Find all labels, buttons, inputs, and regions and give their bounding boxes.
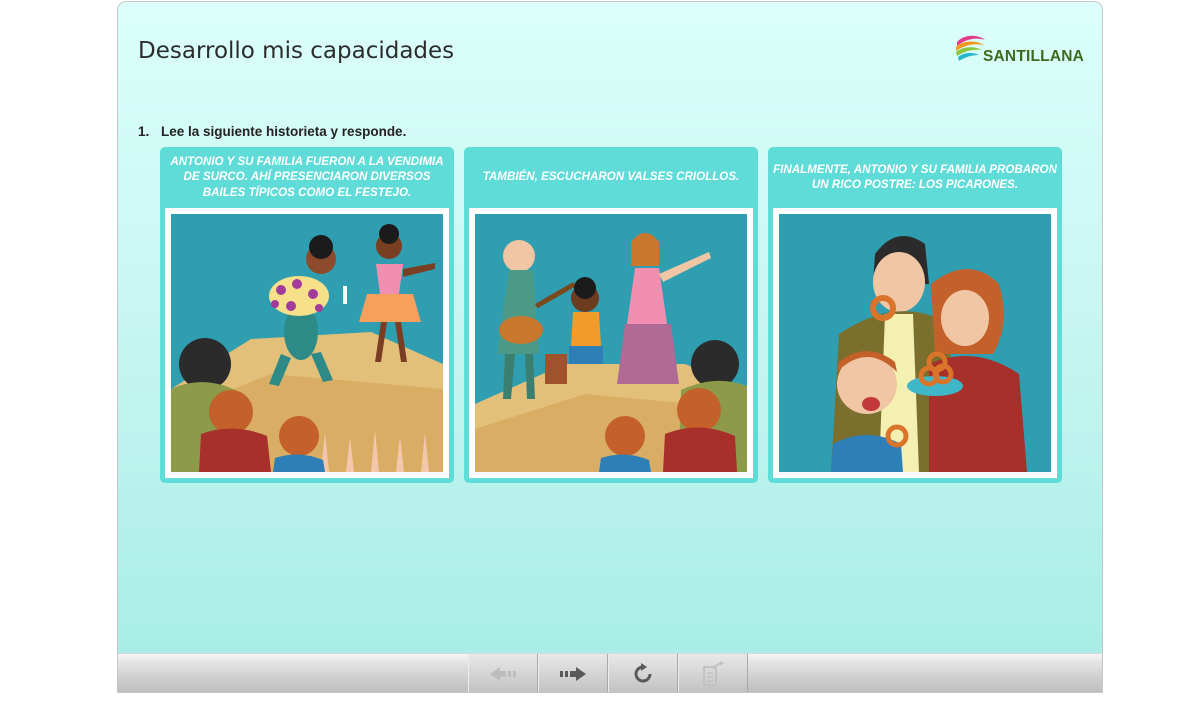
- family-eating-picarones-illustration: [779, 214, 1051, 472]
- panel-caption: TAMBIÉN, ESCUCHARON VALSES CRIOLLOS.: [482, 170, 740, 184]
- export-document-icon: [703, 661, 724, 686]
- arrow-left-icon: [490, 667, 516, 681]
- reload-icon: [634, 663, 652, 683]
- comic-panel-1: ANTONIO Y SU FAMILIA FUERON A LA VENDIMI…: [160, 147, 454, 483]
- panel-caption: FINALMENTE, ANTONIO Y SU FAMILIA PROBARO…: [773, 162, 1057, 192]
- comic-panel-2: TAMBIÉN, ESCUCHARON VALSES CRIOLLOS.: [464, 147, 758, 483]
- panel-caption: ANTONIO Y SU FAMILIA FUERON A LA VENDIMI…: [170, 154, 444, 199]
- reset-button[interactable]: [608, 654, 678, 692]
- brand-name: SANTILLANA: [983, 48, 1085, 65]
- previous-button[interactable]: [468, 654, 538, 692]
- instruction-text: Lee la siguiente historieta y responde.: [161, 124, 407, 139]
- santillana-logo: SANTILLANA: [954, 32, 1084, 72]
- activity-number: 1.: [138, 124, 150, 139]
- panel-image-frame: [165, 208, 449, 478]
- send-button[interactable]: [678, 654, 748, 692]
- page-title: Desarrollo mis capacidades: [138, 38, 455, 64]
- panel-image-frame: [773, 208, 1057, 478]
- activity-window: Desarrollo mis capacidades SANTILLANA 1.…: [117, 1, 1103, 693]
- festejo-dance-illustration: [171, 214, 443, 472]
- activity-instruction: 1. Lee la siguiente historieta y responde…: [138, 124, 406, 139]
- navigation-toolbar: [118, 653, 1102, 692]
- arrow-right-icon: [560, 667, 586, 681]
- next-button[interactable]: [538, 654, 608, 692]
- criollo-waltz-singers-illustration: [475, 214, 747, 472]
- panel-image-frame: [469, 208, 753, 478]
- comic-panel-3: FINALMENTE, ANTONIO Y SU FAMILIA PROBARO…: [768, 147, 1062, 483]
